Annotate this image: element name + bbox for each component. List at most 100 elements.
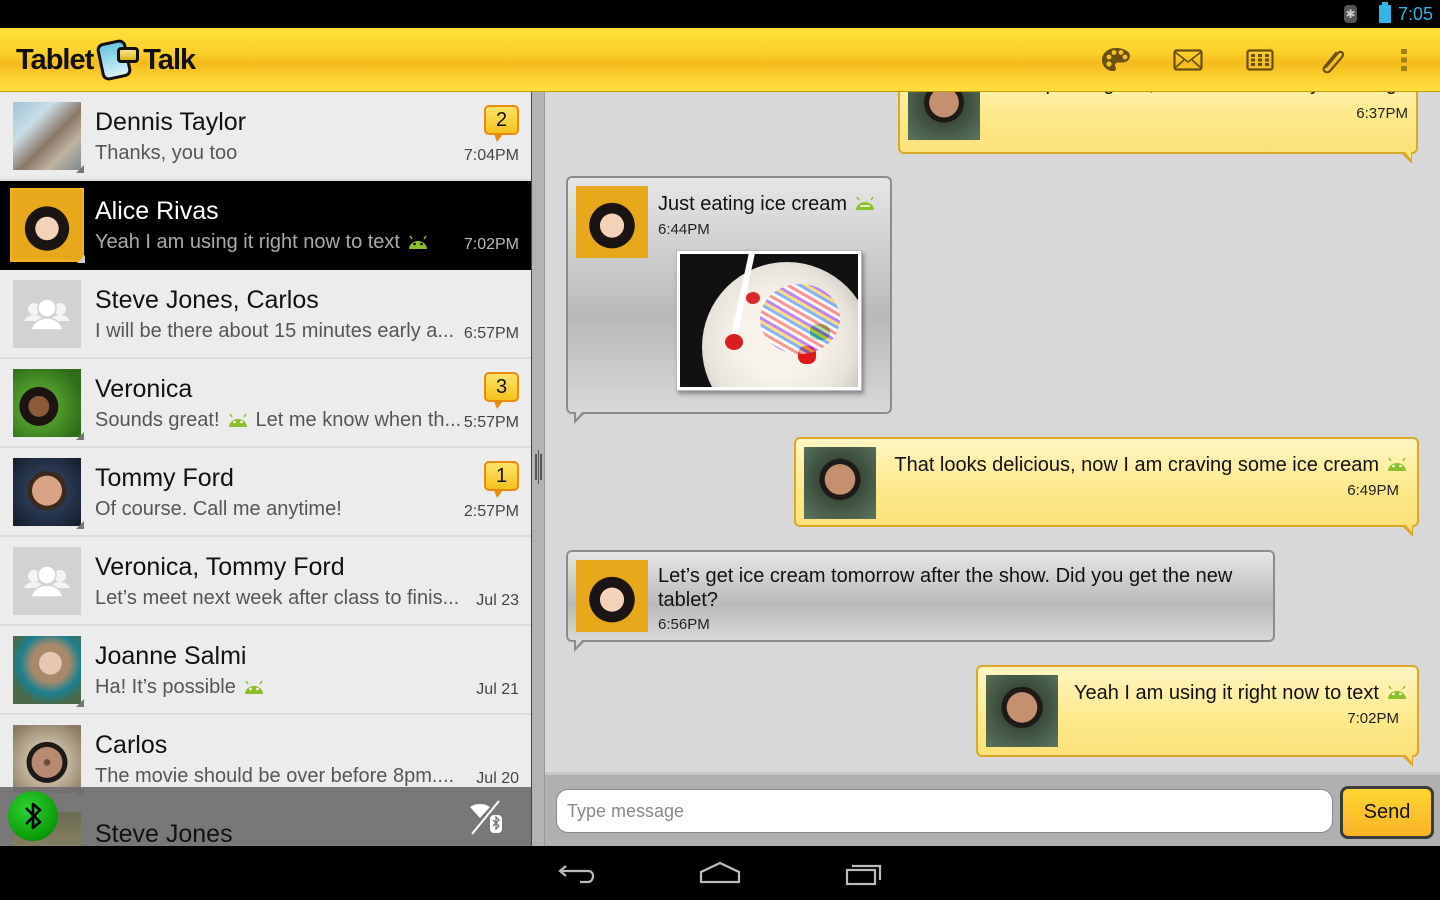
wifi-bluetooth-disabled-icon — [470, 800, 502, 835]
recent-apps-button[interactable] — [842, 858, 886, 888]
message-preview: Let’s meet next week after class to fini… — [95, 587, 459, 610]
android-icon — [855, 196, 874, 210]
preview-text: Yeah I am using it right now to text — [95, 231, 400, 253]
message-text: The trip was great, thanks. How are you … — [989, 92, 1408, 96]
group-icon — [24, 565, 70, 598]
contact-name: Alice Rivas — [95, 197, 219, 225]
message-preview: Of course. Call me anytime! — [95, 498, 342, 521]
bubble-tail — [574, 410, 586, 424]
conversation-item[interactable]: Tommy Ford Of course. Call me anytime! 1… — [0, 448, 531, 537]
preview-text: I will be there about 15 minutes early a… — [95, 320, 455, 342]
message-time: Jul 20 — [476, 770, 519, 787]
message-time: Jul 23 — [476, 592, 519, 609]
contact-name: Dennis Taylor — [95, 108, 247, 136]
bubble-tail — [1400, 150, 1412, 164]
conversation-item[interactable]: Veronica Sounds great! Let me know when … — [0, 359, 531, 448]
message-time: 6:37PM — [1356, 105, 1408, 122]
action-bar: Tablet Talk — [0, 28, 1440, 92]
avatar — [13, 725, 84, 796]
message-input[interactable] — [556, 789, 1333, 833]
bubble-tail — [1401, 523, 1413, 537]
grid-view-button[interactable] — [1242, 42, 1278, 78]
preview-text: Ha! It’s possible — [95, 676, 236, 698]
ice-cream-photo-attachment[interactable] — [676, 250, 862, 391]
unread-badge: 1 — [484, 461, 519, 498]
message-bubble-incoming: Let’s get ice cream tomorrow after the s… — [566, 550, 1275, 652]
message-preview: I will be there about 15 minutes early a… — [95, 320, 454, 343]
bubble-tail — [574, 638, 586, 652]
message-time: 7:02PM — [1347, 710, 1399, 727]
android-icon — [1388, 685, 1406, 699]
conversation-item[interactable]: Dennis Taylor Thanks, you too 2 7:04PM — [0, 92, 531, 181]
android-icon — [1388, 457, 1406, 471]
message-preview: Ha! It’s possible — [95, 676, 266, 699]
message-bubble-outgoing: That looks delicious, now I am craving s… — [794, 437, 1419, 537]
message-time: 6:56PM — [658, 616, 710, 633]
conversation-item-selected[interactable]: Alice Rivas Yeah I am using it right now… — [0, 181, 531, 270]
contact-name: Carlos — [95, 731, 168, 759]
message-time: 2:57PM — [463, 503, 519, 520]
overflow-menu-button[interactable] — [1386, 42, 1422, 78]
message-preview: The movie should be over before 8pm.... — [95, 765, 454, 788]
avatar — [13, 369, 84, 440]
message-text: Let’s get ice cream tomorrow after the s… — [658, 565, 1233, 611]
message-preview: Thanks, you too — [95, 142, 237, 165]
contact-name: Veronica, Tommy Ford — [95, 553, 345, 581]
conversation-item[interactable]: Steve Jones, Carlos I will be there abou… — [0, 270, 531, 359]
compose-message-button[interactable] — [1170, 42, 1206, 78]
message-text-content: Just eating ice cream — [658, 193, 847, 215]
message-preview: Sounds great! Let me know when th... — [95, 409, 460, 432]
sender-avatar — [986, 675, 1058, 747]
android-icon — [409, 235, 427, 249]
unread-badge: 2 — [484, 105, 519, 142]
wifi-bluetooth-off-button[interactable] — [468, 799, 506, 835]
android-icon — [244, 680, 263, 694]
app-logo: Tablet Talk — [16, 36, 196, 84]
logo-word-left: Tablet — [16, 43, 94, 76]
sender-avatar — [576, 186, 648, 258]
send-button[interactable]: Send — [1340, 786, 1434, 839]
conversation-item[interactable]: Veronica, Tommy Ford Let’s meet next wee… — [0, 537, 531, 626]
message-text-content: That looks delicious, now I am craving s… — [894, 454, 1379, 476]
message-text-content: Yeah I am using it right now to text — [1074, 682, 1379, 704]
bluetooth-toggle-button[interactable] — [8, 791, 58, 841]
message-preview: Yeah I am using it right now to text — [95, 231, 430, 254]
battery-icon — [1379, 2, 1391, 23]
bubble-tail — [1401, 753, 1413, 767]
bluetooth-icon: ✱ — [1344, 5, 1357, 23]
android-icon — [228, 413, 247, 427]
message-time: Jul 21 — [476, 681, 519, 698]
message-time: 6:44PM — [658, 221, 710, 238]
message-bubble-incoming: Just eating ice cream 6:44PM — [566, 176, 892, 424]
sender-avatar — [576, 560, 648, 632]
group-icon — [24, 298, 70, 331]
contact-name: Veronica — [95, 375, 193, 403]
back-icon — [558, 865, 595, 884]
message-bubble-outgoing: Yeah I am using it right now to text 7:0… — [976, 665, 1419, 767]
group-avatar — [13, 280, 81, 348]
contact-name[interactable]: Steve Jones — [95, 820, 233, 849]
preview-text-continued: Let me know when th... — [255, 409, 460, 431]
message-composer: Send — [545, 772, 1440, 846]
avatar — [10, 188, 85, 263]
message-text-content: The trip was great, thanks. How are you … — [989, 92, 1408, 96]
pane-divider-handle[interactable] — [531, 92, 545, 846]
group-avatar — [13, 547, 81, 615]
message-text: That looks delicious, now I am craving s… — [894, 453, 1409, 477]
message-time: 6:49PM — [1347, 482, 1399, 499]
bluetooth-icon — [25, 802, 42, 830]
attach-button[interactable] — [1314, 42, 1350, 78]
grid-icon — [1246, 49, 1274, 71]
more-vert-icon — [1401, 49, 1407, 71]
conversation-list[interactable]: Dennis Taylor Thanks, you too 2 7:04PM A… — [0, 92, 531, 846]
message-text: Yeah I am using it right now to text — [1074, 681, 1409, 705]
contact-name: Joanne Salmi — [95, 642, 247, 670]
chat-thread[interactable]: The trip was great, thanks. How are you … — [545, 92, 1440, 772]
home-icon — [699, 861, 741, 884]
conversation-item[interactable]: Joanne Salmi Ha! It’s possible Jul 21 — [0, 626, 531, 715]
theme-palette-button[interactable] — [1098, 42, 1134, 78]
preview-text: Sounds great! — [95, 409, 220, 431]
back-button[interactable] — [554, 858, 598, 888]
message-bubble-outgoing: The trip was great, thanks. How are you … — [898, 92, 1418, 164]
home-button[interactable] — [698, 858, 742, 888]
